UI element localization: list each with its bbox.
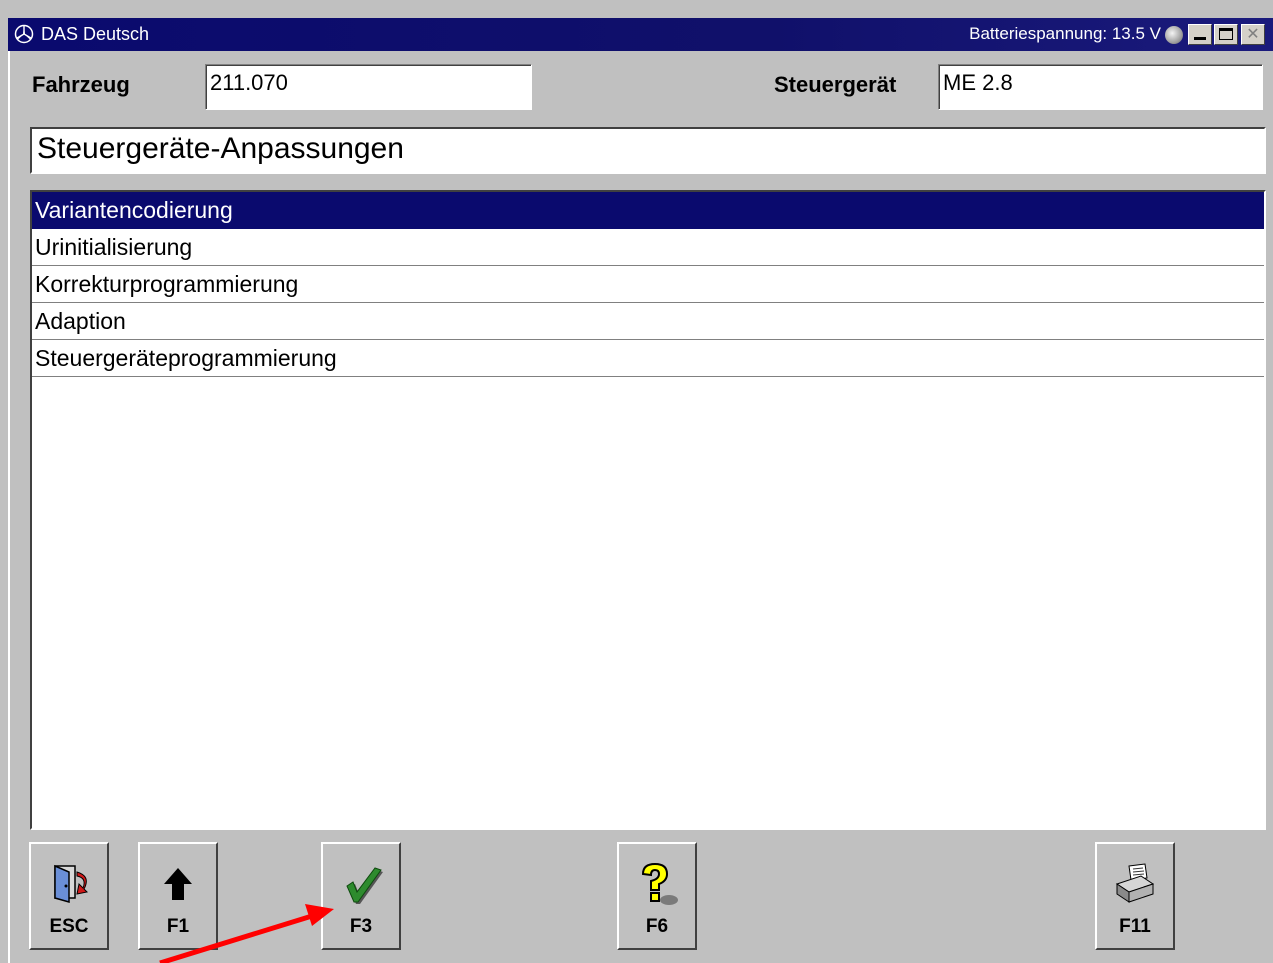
minimize-icon <box>1194 37 1206 40</box>
f1-button[interactable]: F1 <box>138 842 218 950</box>
f11-button[interactable]: F11 <box>1095 842 1175 950</box>
f3-key-label: F3 <box>349 916 373 937</box>
battery-voltage: Batteriespannung: 13.5 V <box>969 24 1161 43</box>
f6-key-label: F6 <box>645 916 669 937</box>
menu-item-adaption[interactable]: Adaption <box>32 303 1264 340</box>
vehicle-label: Fahrzeug <box>32 72 130 97</box>
close-button[interactable]: ✕ <box>1241 24 1265 45</box>
maximize-button[interactable] <box>1214 24 1238 45</box>
vehicle-field: 211.070 <box>205 64 532 110</box>
up-arrow-icon <box>164 868 192 900</box>
page-title: Steuergeräte-Anpassungen <box>30 127 1266 174</box>
maximize-icon <box>1219 28 1233 40</box>
esc-key-label: ESC <box>49 916 89 937</box>
checkmark-icon <box>346 867 383 904</box>
close-icon: ✕ <box>1246 26 1260 43</box>
esc-button[interactable]: ESC <box>29 842 109 950</box>
mercedes-star-icon <box>14 24 34 44</box>
f3-button[interactable]: F3 <box>321 842 401 950</box>
minimize-button[interactable] <box>1188 24 1212 45</box>
menu-item-korrekturprogrammierung[interactable]: Korrekturprogrammierung <box>32 266 1264 303</box>
menu-list: Variantencodierung Urinitialisierung Kor… <box>30 190 1266 830</box>
ecu-field: ME 2.8 <box>938 64 1263 110</box>
battery-gauge-icon <box>1165 26 1183 44</box>
printer-icon <box>1115 863 1155 903</box>
window-title: DAS Deutsch <box>41 24 150 44</box>
title-bar: DAS Deutsch Batteriespannung: 13.5 V ✕ <box>8 18 1273 51</box>
ecu-label: Steuergerät <box>774 72 897 97</box>
exit-door-icon <box>54 864 89 903</box>
f6-button[interactable]: F6 <box>617 842 697 950</box>
menu-item-urinitialisierung[interactable]: Urinitialisierung <box>32 229 1264 266</box>
help-question-icon <box>641 862 678 905</box>
f11-key-label: F11 <box>1119 916 1151 937</box>
menu-item-variantencodierung[interactable]: Variantencodierung <box>32 192 1264 229</box>
menu-item-steuergeraeteprogrammierung[interactable]: Steuergeräteprogrammierung <box>32 340 1264 377</box>
f1-key-label: F1 <box>166 916 190 937</box>
